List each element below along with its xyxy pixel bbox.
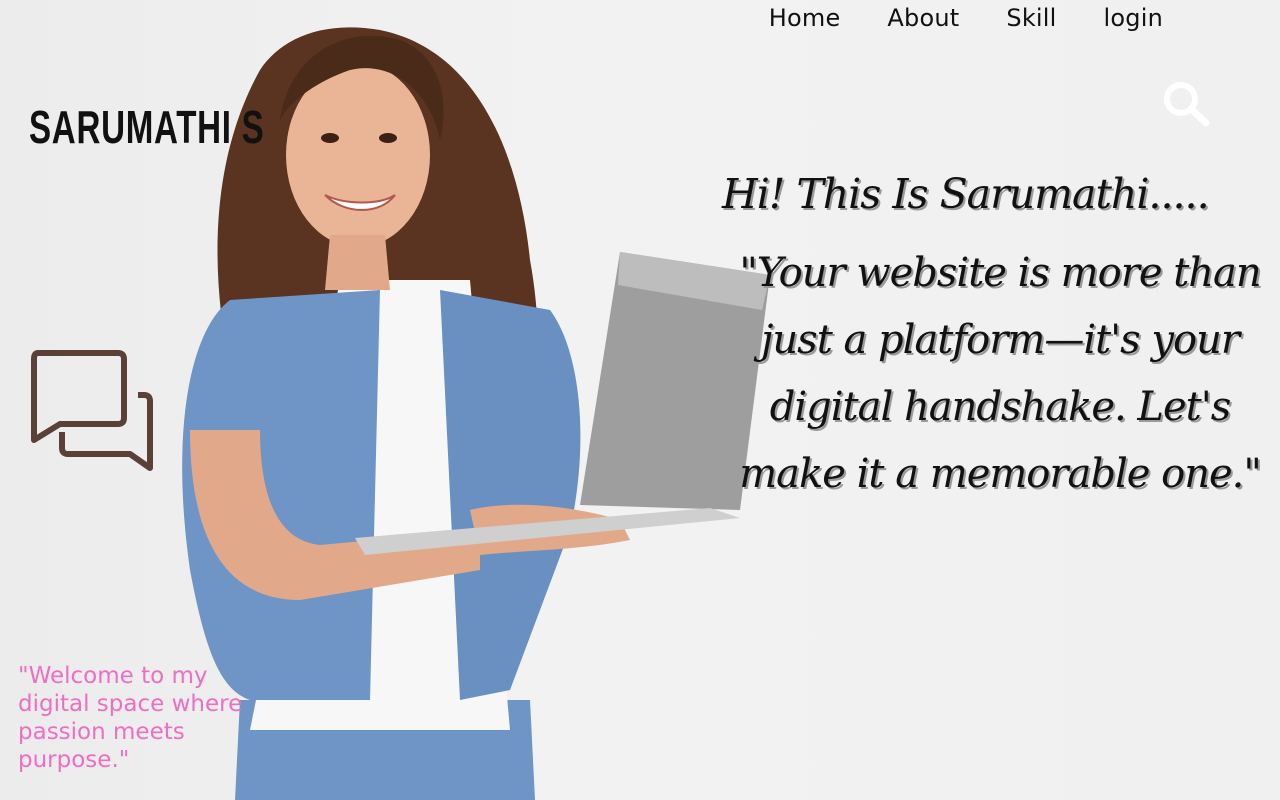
nav-skill-link[interactable]: Skill bbox=[1006, 4, 1056, 32]
nav-about-link[interactable]: About bbox=[887, 4, 959, 32]
top-navigation: Home About Skill login bbox=[769, 4, 1163, 32]
hero-greeting: Hi! This Is Sarumathi..... bbox=[722, 170, 1210, 218]
brand-name: SARUMATHI S bbox=[29, 101, 265, 153]
chat-button[interactable] bbox=[30, 350, 154, 474]
nav-login-link[interactable]: login bbox=[1104, 4, 1163, 32]
search-icon bbox=[1164, 82, 1210, 127]
welcome-tagline: "Welcome to my digital space where passi… bbox=[18, 663, 243, 773]
nav-home-link[interactable]: Home bbox=[769, 4, 841, 32]
hero-quote: "Your website is more than just a platfo… bbox=[739, 250, 1262, 497]
chat-bubbles-icon bbox=[31, 350, 153, 471]
search-button[interactable] bbox=[1160, 78, 1212, 130]
